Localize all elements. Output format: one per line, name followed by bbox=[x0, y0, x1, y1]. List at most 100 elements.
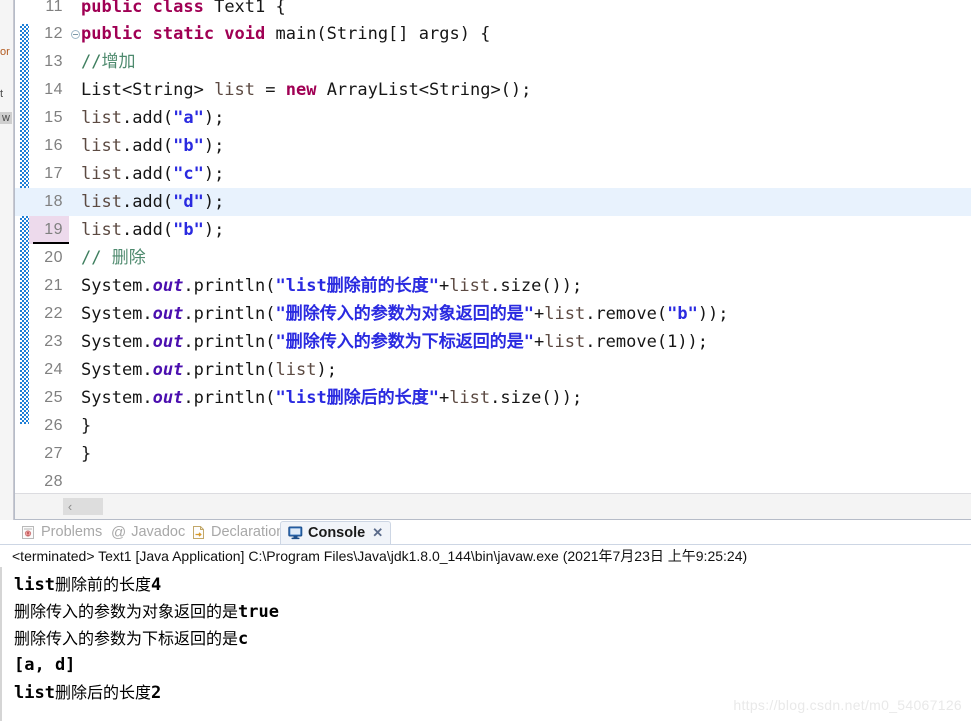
code-token: 增加 bbox=[101, 52, 136, 72]
code-token: .add( bbox=[121, 220, 174, 240]
scroll-left-icon[interactable]: ‹ bbox=[61, 498, 79, 515]
code-token: .println( bbox=[183, 276, 276, 296]
line-number[interactable]: 24 bbox=[29, 356, 69, 384]
code-token: 删除传入的参数为下标返回的是 bbox=[285, 332, 524, 352]
code-token: System. bbox=[81, 360, 153, 380]
code-token: .add( bbox=[121, 164, 174, 184]
code-text: list.add("a"); bbox=[81, 104, 224, 132]
line-number[interactable]: 18 bbox=[29, 188, 69, 216]
code-token: 删除 bbox=[111, 248, 146, 268]
code-token: .size()); bbox=[490, 388, 583, 408]
code-token: list bbox=[544, 332, 586, 352]
javadoc-icon: @ bbox=[111, 524, 127, 541]
code-line[interactable]: 21 System.out.println("list删除前的长度"+list.… bbox=[15, 272, 971, 300]
code-token: list bbox=[214, 80, 256, 100]
code-line[interactable]: 20 // 删除 bbox=[15, 244, 971, 272]
scrollbar-track[interactable] bbox=[59, 498, 969, 515]
line-number[interactable]: 20 bbox=[29, 244, 69, 272]
code-token: ArrayList<String>(); bbox=[326, 80, 532, 100]
console-text: [a, d] bbox=[14, 655, 76, 675]
code-text: System.out.println("删除传入的参数为对象返回的是"+list… bbox=[81, 300, 729, 328]
code-line[interactable]: 22 System.out.println("删除传入的参数为对象返回的是"+l… bbox=[15, 300, 971, 328]
code-line[interactable]: 27} bbox=[15, 440, 971, 468]
code-lines: 11 public class Text1 {12 public static v… bbox=[15, 0, 971, 493]
code-token: list bbox=[275, 360, 317, 380]
console-text: list bbox=[14, 683, 55, 703]
code-line[interactable]: 13 //增加 bbox=[15, 48, 971, 76]
eclipse-ide-window: or t w 11 public class Text1 {12 public s… bbox=[0, 0, 971, 721]
code-line[interactable]: 14 List<String> list = new ArrayList<Str… bbox=[15, 76, 971, 104]
code-token: public static void bbox=[81, 24, 276, 44]
code-text: list.add("b"); bbox=[81, 132, 224, 160]
line-number[interactable]: 19 bbox=[29, 216, 69, 244]
code-line[interactable]: 17 list.add("c"); bbox=[15, 160, 971, 188]
code-token: out bbox=[152, 304, 184, 324]
line-number[interactable]: 23 bbox=[29, 328, 69, 356]
tab-problems[interactable]: Problems bbox=[14, 521, 109, 544]
code-line[interactable]: 19 list.add("b"); bbox=[15, 216, 971, 244]
code-token: + bbox=[438, 388, 450, 408]
code-token: .add( bbox=[121, 192, 174, 212]
collapsed-left-panel[interactable]: or t w bbox=[0, 0, 14, 520]
code-text: // 删除 bbox=[81, 244, 146, 272]
console-output-line: [a, d] bbox=[14, 652, 971, 679]
code-token: .add( bbox=[121, 136, 174, 156]
code-token: ); bbox=[316, 360, 337, 380]
line-number[interactable]: 12 bbox=[29, 20, 69, 48]
left-panel-fragment-2: t bbox=[0, 88, 4, 100]
code-token: List<String> bbox=[81, 80, 215, 100]
code-line[interactable]: 24 System.out.println(list); bbox=[15, 356, 971, 384]
line-number[interactable]: 25 bbox=[29, 384, 69, 412]
code-line[interactable]: 25 System.out.println("list删除后的长度"+list.… bbox=[15, 384, 971, 412]
code-line[interactable]: 23 System.out.println("删除传入的参数为下标返回的是"+l… bbox=[15, 328, 971, 356]
line-number[interactable]: 17 bbox=[29, 160, 69, 188]
tab-console[interactable]: Console ✕ bbox=[280, 521, 392, 544]
line-number[interactable]: 11 bbox=[29, 0, 69, 20]
code-token: System. bbox=[81, 276, 153, 296]
fold-collapse-icon[interactable] bbox=[71, 30, 80, 39]
line-number[interactable]: 22 bbox=[29, 300, 69, 328]
code-line[interactable]: 16 list.add("b"); bbox=[15, 132, 971, 160]
code-token: list bbox=[81, 164, 122, 184]
line-number[interactable]: 26 bbox=[29, 412, 69, 440]
code-line[interactable]: 26 } bbox=[15, 412, 971, 440]
code-token: ); bbox=[203, 192, 225, 212]
view-tab-bar: Problems @ Javadoc Declaration Console ✕ bbox=[0, 520, 971, 544]
line-number[interactable]: 14 bbox=[29, 76, 69, 104]
java-editor[interactable]: 11 public class Text1 {12 public static v… bbox=[14, 0, 971, 520]
code-token: out bbox=[152, 388, 184, 408]
close-icon[interactable]: ✕ bbox=[372, 525, 383, 541]
code-line[interactable]: 11 public class Text1 { bbox=[15, 0, 971, 20]
code-text: } bbox=[81, 412, 91, 440]
code-token: ); bbox=[203, 136, 225, 156]
editor-text-area[interactable]: 11 public class Text1 {12 public static v… bbox=[15, 0, 971, 493]
code-token: + bbox=[438, 276, 450, 296]
console-text: 删除前的长度 bbox=[54, 575, 151, 594]
console-text: c bbox=[238, 629, 249, 649]
editor-horizontal-scrollbar[interactable]: ‹ bbox=[15, 493, 971, 519]
tab-label: Javadoc bbox=[131, 524, 186, 541]
tab-javadoc[interactable]: @ Javadoc bbox=[104, 521, 192, 544]
code-line[interactable]: 15 list.add("a"); bbox=[15, 104, 971, 132]
tab-declaration[interactable]: Declaration bbox=[184, 521, 291, 544]
line-number[interactable]: 13 bbox=[29, 48, 69, 76]
line-number[interactable]: 16 bbox=[29, 132, 69, 160]
code-text: public class Text1 { bbox=[81, 0, 286, 20]
left-panel-fragment-3: w bbox=[0, 112, 12, 124]
code-line[interactable]: 12 public static void main(String[] args… bbox=[15, 20, 971, 48]
line-number[interactable]: 28 bbox=[29, 468, 69, 493]
code-token: + bbox=[534, 304, 545, 324]
code-token: System. bbox=[81, 304, 153, 324]
line-number[interactable]: 27 bbox=[29, 440, 69, 468]
tab-label: Console bbox=[308, 524, 366, 541]
code-text: System.out.println(list); bbox=[81, 356, 337, 384]
line-number[interactable]: 21 bbox=[29, 272, 69, 300]
code-line[interactable]: 18 list.add("d"); bbox=[15, 188, 971, 216]
code-line[interactable]: 28 bbox=[15, 468, 971, 493]
code-token: "b" bbox=[667, 304, 698, 324]
code-token: ); bbox=[203, 164, 225, 184]
line-number[interactable]: 15 bbox=[29, 104, 69, 132]
code-token: "list bbox=[275, 276, 327, 296]
code-token: ); bbox=[203, 220, 225, 240]
console-text: 4 bbox=[150, 575, 162, 595]
